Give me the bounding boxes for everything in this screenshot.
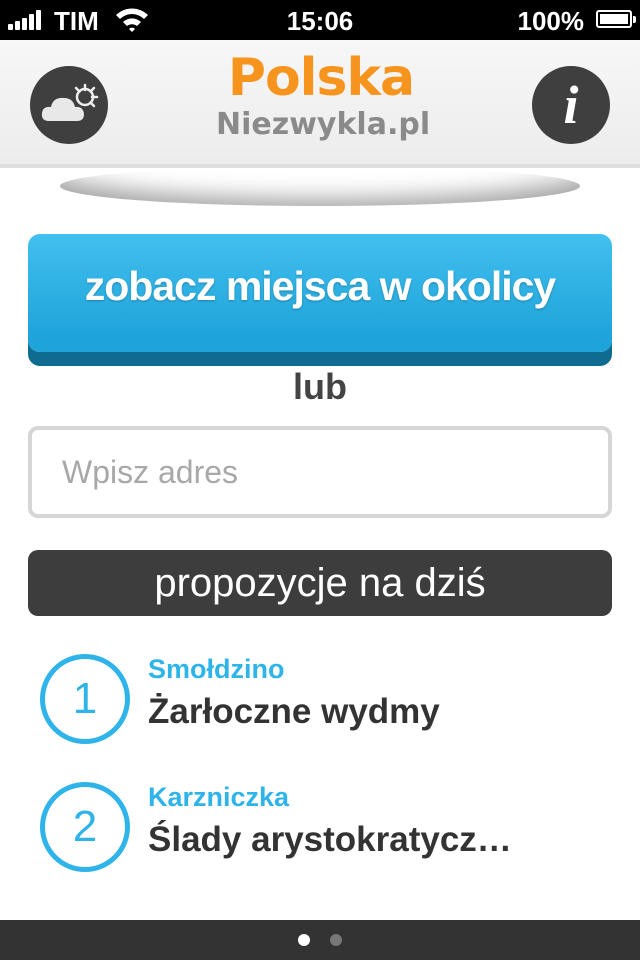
address-input[interactable]	[28, 426, 612, 518]
item-number-badge: 1	[40, 654, 130, 744]
status-bar: TIM 15:06 100%	[0, 0, 640, 40]
page-indicator-bar	[0, 920, 640, 960]
item-title: Ślady arystokratycz…	[148, 820, 512, 859]
page-dot-active[interactable]	[298, 934, 310, 946]
list-item[interactable]: 1 Smołdzino Żarłoczne wydmy	[38, 652, 598, 752]
weather-button[interactable]	[30, 66, 108, 144]
battery-percent: 100%	[517, 6, 585, 36]
or-label: lub	[293, 366, 347, 407]
item-number-badge: 2	[40, 782, 130, 872]
header-shadow	[60, 166, 580, 206]
app-logo: Polska Niezwykla.pl	[216, 48, 431, 150]
item-place: Karzniczka	[148, 782, 290, 812]
logo-sub-text: Niezwykla.pl	[216, 107, 431, 142]
section-title: propozycje na dziś	[28, 550, 612, 616]
logo-main-text: Polska	[227, 48, 415, 108]
list-item[interactable]: 2 Karzniczka Ślady arystokratycz…	[38, 780, 598, 880]
page-dot[interactable]	[330, 934, 342, 946]
info-icon: i	[563, 75, 579, 135]
info-button[interactable]: i	[532, 66, 610, 144]
battery-icon	[596, 10, 636, 28]
nearby-places-button[interactable]: zobacz miejsca w okolicy	[28, 234, 612, 352]
item-place: Smołdzino	[148, 654, 285, 684]
weather-icon	[41, 83, 99, 121]
item-title: Żarłoczne wydmy	[148, 692, 440, 731]
